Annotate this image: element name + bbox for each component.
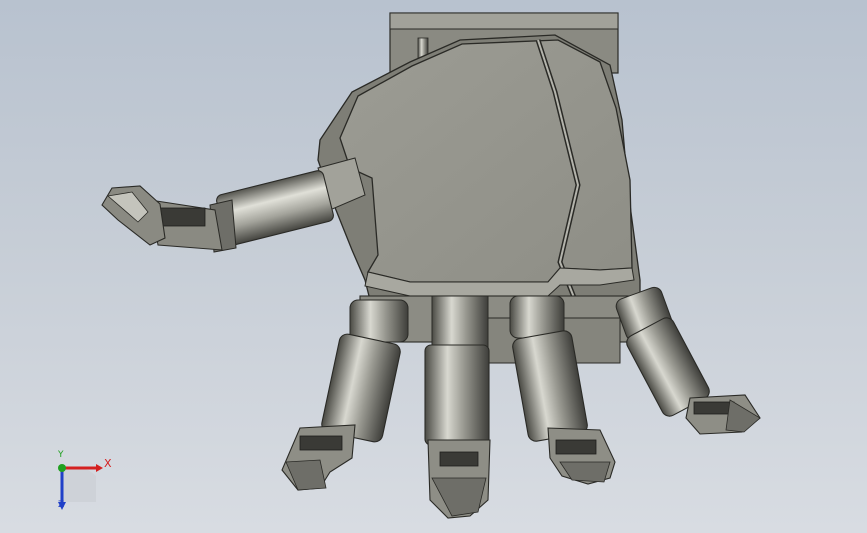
y-axis-label: Y — [58, 450, 64, 460]
x-axis-label: X — [104, 457, 112, 470]
little-finger — [615, 286, 761, 435]
thumb — [101, 157, 366, 253]
index-finger — [281, 299, 409, 491]
robotic-hand-model-icon[interactable] — [0, 0, 867, 533]
triad-plane-icon — [62, 466, 96, 502]
z-axis-label: Z — [58, 500, 65, 510]
axis-triad: X Y Z — [50, 450, 120, 512]
3d-viewport[interactable]: X Y Z — [0, 0, 867, 533]
y-axis-icon — [58, 464, 66, 472]
middle-finger — [424, 295, 491, 519]
